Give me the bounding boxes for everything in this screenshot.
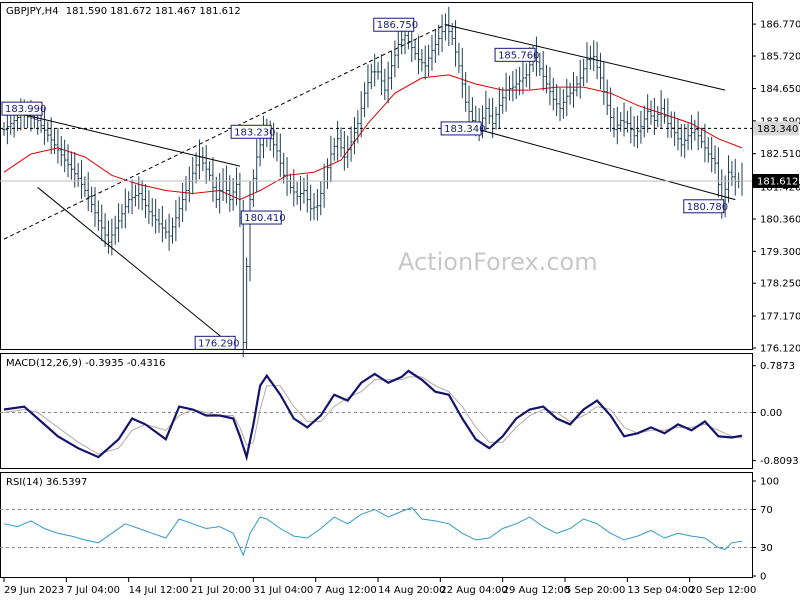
price-label: 180.780 [683,199,728,214]
current-price-marker: 181.612 [753,173,799,188]
time-tick-label: 31 Jul 04:00 [253,585,313,596]
price-tick-label: 185.720 [760,52,800,63]
time-tick-label: 29 Jun 2023 [4,585,64,596]
rsi-tick-label: 100 [760,477,779,488]
price-label: 183.990 [1,101,46,116]
macd-tick-label: 0.7873 [760,361,795,372]
time-tick-label: 13 Sep 04:00 [627,585,694,596]
price-tick-label: 180.360 [760,215,800,226]
watermark: ActionForex.com [398,248,598,276]
rsi-tick-label: 0 [760,572,766,583]
time-tick-label: 20 Sep 12:00 [690,585,757,596]
price-label: 183.340 [440,121,486,136]
price-label: 176.290 [194,335,240,350]
time-tick-label: 22 Aug 04:00 [440,585,507,596]
rsi-tick-label: 30 [760,543,773,554]
svg-text:183.230: 183.230 [234,127,275,138]
svg-text:180.410: 180.410 [244,213,285,224]
hline-price-label: 183.340 [757,124,798,135]
svg-text:183.340: 183.340 [444,124,485,135]
price-tick-label: 179.300 [760,247,800,258]
macd-label: MACD(12,26,9) -0.3935 -0.4316 [6,358,166,369]
time-tick-label: 5 Sep 20:00 [565,585,625,596]
time-tick-label: 14 Jul 12:00 [129,585,189,596]
current-price-label: 181.612 [757,176,798,187]
svg-text:180.780: 180.780 [687,202,728,213]
price-tick-label: 178.250 [760,279,800,290]
rsi-tick-label: 70 [760,505,773,516]
time-tick-label: 29 Aug 12:00 [503,585,570,596]
svg-text:176.290: 176.290 [198,338,239,349]
macd-tick-label: 0.00 [760,408,782,419]
price-label: 180.410 [240,210,286,225]
svg-text:183.990: 183.990 [5,104,46,115]
time-tick-label: 21 Jul 20:00 [191,585,251,596]
price-tick-label: 186.770 [760,20,800,31]
svg-text:185.760: 185.760 [498,50,539,61]
price-label: 183.230 [230,124,276,139]
price-tick-label: 182.510 [760,149,800,160]
time-tick-label: 14 Aug 20:00 [378,585,445,596]
price-tick-label: 176.120 [760,344,800,355]
price-label: 185.760 [494,47,539,62]
price-tick-label: 184.650 [760,84,800,95]
svg-text:186.750: 186.750 [377,20,418,31]
gbpjpy-chart: ActionForex.com GBPJPY,H4 181.590 181.67… [0,0,800,600]
rsi-label: RSI(14) 36.5397 [6,477,87,488]
price-tick-label: 177.170 [760,312,800,323]
time-tick-label: 7 Jul 04:00 [66,585,120,596]
hline-price-marker: 183.340 [753,121,799,136]
price-label: 186.750 [373,17,418,32]
macd-tick-label: -0.8093 [760,456,799,467]
chart-header: GBPJPY,H4 181.590 181.672 181.467 181.61… [6,6,241,17]
chart-symbol: GBPJPY,H4 [6,6,59,17]
chart-ohlc: 181.590 181.672 181.467 181.612 [66,6,241,17]
time-tick-label: 7 Aug 12:00 [316,585,377,596]
